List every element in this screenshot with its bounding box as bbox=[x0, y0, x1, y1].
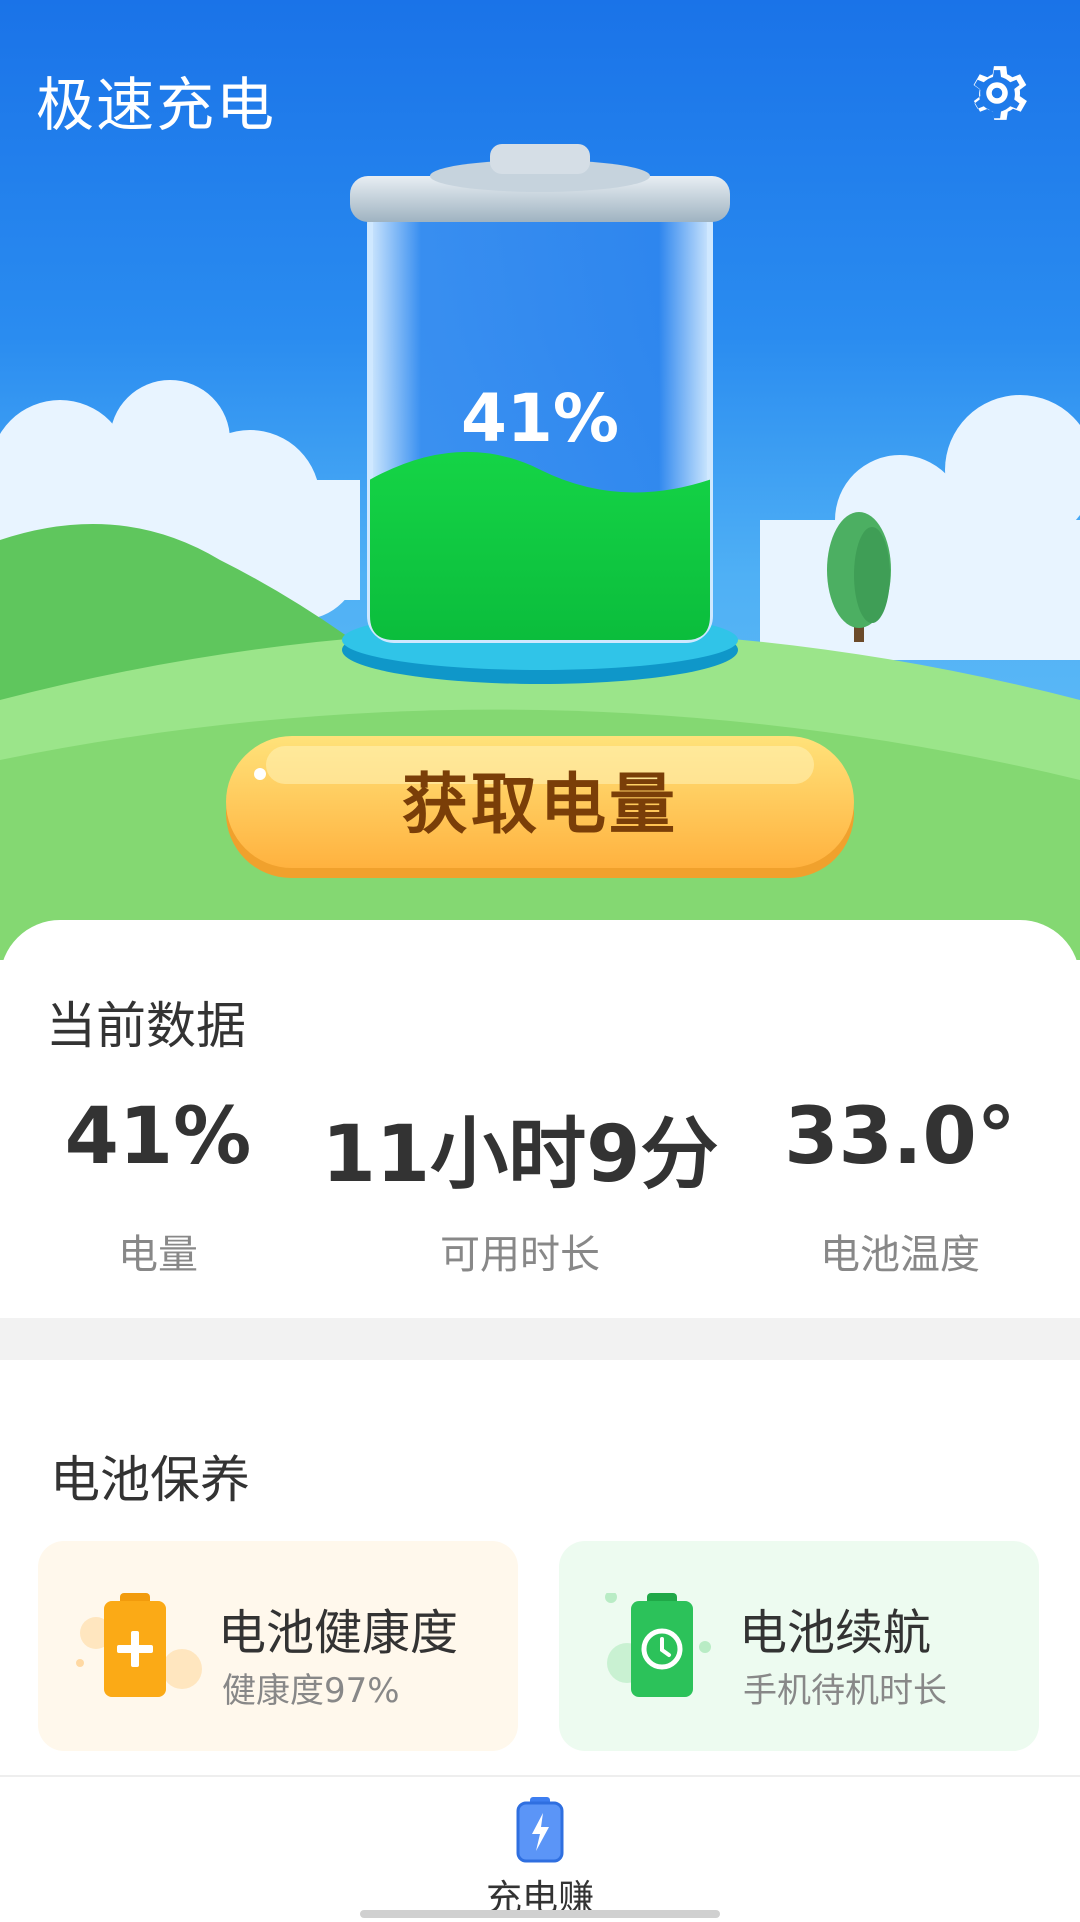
section-divider bbox=[0, 1318, 1080, 1360]
battery-endurance-subtitle: 手机待机时长 bbox=[743, 1671, 947, 1711]
get-power-button[interactable]: 获取电量 bbox=[226, 736, 854, 882]
battery-plus-icon bbox=[76, 1593, 202, 1697]
battery-endurance-card[interactable]: 电池续航 手机待机时长 bbox=[559, 1541, 1039, 1751]
gear-icon bbox=[973, 66, 1027, 120]
hero-section: 极速充电 41% 获取电量 bbox=[0, 0, 1080, 960]
battery-endurance-title: 电池续航 bbox=[739, 1605, 932, 1661]
app-title: 极速充电 bbox=[36, 71, 277, 139]
get-power-label: 获取电量 bbox=[402, 766, 678, 843]
battery-level-label: 电量 bbox=[118, 1232, 198, 1278]
bottom-navigation: 充电赚 bbox=[0, 1775, 1080, 1922]
current-data-card: 当前数据 41% 电量 11小时9分 可用时长 33.0° 电池温度 bbox=[0, 920, 1080, 1320]
battery-charge-icon bbox=[516, 1797, 564, 1863]
tab-charge-earn[interactable]: 充电赚 bbox=[440, 1787, 640, 1919]
battery-level-value: 41% bbox=[64, 1092, 252, 1182]
current-data-title: 当前数据 bbox=[46, 997, 246, 1055]
settings-button[interactable] bbox=[960, 56, 1034, 130]
available-time-label: 可用时长 bbox=[440, 1232, 600, 1278]
cloud-right bbox=[760, 395, 1080, 660]
battery-timer-icon bbox=[605, 1593, 711, 1697]
battery-health-title: 电池健康度 bbox=[218, 1605, 459, 1661]
battery-temperature-label: 电池温度 bbox=[820, 1232, 980, 1278]
battery-maintenance-title: 电池保养 bbox=[50, 1451, 250, 1509]
battery-temperature-value: 33.0° bbox=[784, 1092, 1016, 1182]
home-indicator bbox=[360, 1910, 720, 1918]
battery-percentage: 41% bbox=[461, 380, 619, 457]
battery-health-card[interactable]: 电池健康度 健康度97% bbox=[38, 1541, 518, 1751]
available-time-value: 11小时9分 bbox=[321, 1110, 719, 1200]
battery-health-subtitle: 健康度97% bbox=[222, 1671, 400, 1711]
